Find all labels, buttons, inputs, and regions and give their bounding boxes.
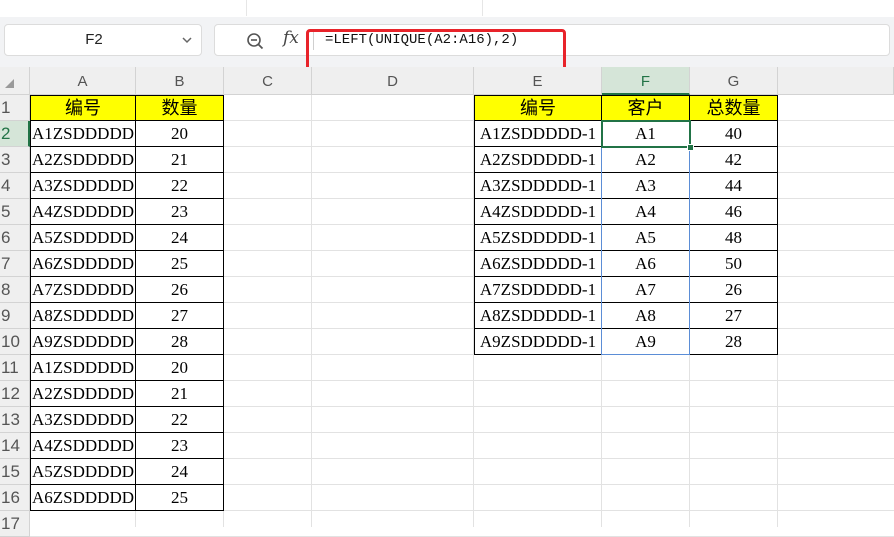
table2-cell[interactable]: A8ZSDDDDD-1 <box>474 303 602 329</box>
active-cell-outline[interactable] <box>601 120 691 148</box>
table2-cell[interactable]: A7ZSDDDDD-1 <box>474 277 602 303</box>
select-all-corner[interactable] <box>0 67 30 95</box>
table1-header-cell[interactable]: 编号 <box>30 95 136 121</box>
table1-cell[interactable]: 25 <box>136 485 224 511</box>
column-header-c[interactable]: C <box>224 67 312 95</box>
table1-cell[interactable]: 22 <box>136 407 224 433</box>
column-header-a[interactable]: A <box>30 67 136 95</box>
table2-cell[interactable]: 28 <box>690 329 778 355</box>
table1-cell[interactable]: 22 <box>136 173 224 199</box>
row-header-5[interactable]: 5 <box>0 199 30 225</box>
name-box[interactable]: F2 <box>4 24 202 56</box>
table1-header-cell[interactable]: 数量 <box>136 95 224 121</box>
row-header-11[interactable]: 11 <box>0 355 30 381</box>
column-header-g[interactable]: G <box>690 67 778 95</box>
spreadsheet-grid: A B C D E F G 1 2 3 4 5 6 7 8 9 10 11 12 13 14 15 16 17 编号 数量 A1ZS… <box>0 67 894 537</box>
table1-cell[interactable]: 20 <box>136 121 224 147</box>
table1-cell[interactable]: A3ZSDDDDD <box>30 173 136 199</box>
column-header-f[interactable]: F <box>602 67 690 95</box>
fill-handle[interactable] <box>687 144 694 151</box>
table1-cell[interactable]: A5ZSDDDDD <box>30 459 136 485</box>
chevron-down-icon[interactable] <box>181 34 193 46</box>
row-header-15[interactable]: 15 <box>0 459 30 485</box>
table1-cell[interactable]: A7ZSDDDDD <box>30 277 136 303</box>
row-header-10[interactable]: 10 <box>0 329 30 355</box>
row-header-16[interactable]: 16 <box>0 485 30 511</box>
table1-cell[interactable]: A5ZSDDDDD <box>30 225 136 251</box>
table2-cell[interactable]: A6ZSDDDDD-1 <box>474 251 602 277</box>
column-header-e[interactable]: E <box>474 67 602 95</box>
row-header-8[interactable]: 8 <box>0 277 30 303</box>
row-header-12[interactable]: 12 <box>0 381 30 407</box>
table2-cell[interactable]: 26 <box>690 277 778 303</box>
column-header-d[interactable]: D <box>312 67 474 95</box>
column-header-blank <box>778 67 894 95</box>
table1-cell[interactable]: 23 <box>136 199 224 225</box>
row-header-2[interactable]: 2 <box>0 121 30 147</box>
row-header-4[interactable]: 4 <box>0 173 30 199</box>
table1-cell[interactable]: A1ZSDDDDD <box>30 121 136 147</box>
column-header-b[interactable]: B <box>136 67 224 95</box>
table1-cell[interactable]: 24 <box>136 459 224 485</box>
toolbar-segment <box>246 0 483 16</box>
row-header-1[interactable]: 1 <box>0 95 30 121</box>
row-header-17[interactable]: 17 <box>0 511 30 537</box>
zoom-out-icon[interactable] <box>245 31 265 51</box>
table2-cell[interactable]: 50 <box>690 251 778 277</box>
table1-cell[interactable]: 28 <box>136 329 224 355</box>
table2-cell[interactable]: 40 <box>690 121 778 147</box>
table1-cell[interactable]: A2ZSDDDDD <box>30 147 136 173</box>
row-header-9[interactable]: 9 <box>0 303 30 329</box>
table1-cell[interactable]: 21 <box>136 381 224 407</box>
table2-cell[interactable]: 27 <box>690 303 778 329</box>
table1-cell[interactable]: 25 <box>136 251 224 277</box>
toolbar-segment <box>0 0 247 16</box>
gridline-vertical <box>311 95 312 527</box>
table1-cell[interactable]: 20 <box>136 355 224 381</box>
table2-cell[interactable]: A9ZSDDDDD-1 <box>474 329 602 355</box>
row-header-14[interactable]: 14 <box>0 433 30 459</box>
table2-cell[interactable]: 42 <box>690 147 778 173</box>
table2-header-cell[interactable]: 总数量 <box>690 95 778 121</box>
table1-cell[interactable]: A9ZSDDDDD <box>30 329 136 355</box>
table2-cell[interactable]: A5ZSDDDDD-1 <box>474 225 602 251</box>
table2-header-cell[interactable]: 客户 <box>602 95 690 121</box>
table1-cell[interactable]: 23 <box>136 433 224 459</box>
spill-range-outline <box>601 120 690 355</box>
table1-cell[interactable]: 24 <box>136 225 224 251</box>
formula-bar: F2 fx =LEFT(UNIQUE(A2:A16),2) <box>0 17 894 95</box>
table2-cell[interactable]: 46 <box>690 199 778 225</box>
row-header-7[interactable]: 7 <box>0 251 30 277</box>
table2-cell[interactable]: 48 <box>690 225 778 251</box>
select-all-triangle-icon <box>5 79 14 88</box>
table1-cell[interactable]: 21 <box>136 147 224 173</box>
table2-cell[interactable]: A4ZSDDDDD-1 <box>474 199 602 225</box>
table1-cell[interactable]: 26 <box>136 277 224 303</box>
row-header-3[interactable]: 3 <box>0 147 30 173</box>
table2-cell[interactable]: A3ZSDDDDD-1 <box>474 173 602 199</box>
table1-cell[interactable]: A4ZSDDDDD <box>30 433 136 459</box>
row-header-13[interactable]: 13 <box>0 407 30 433</box>
row-header-6[interactable]: 6 <box>0 225 30 251</box>
table2-cell[interactable]: A1ZSDDDDD-1 <box>474 121 602 147</box>
table1-cell[interactable]: A2ZSDDDDD <box>30 381 136 407</box>
name-box-value: F2 <box>85 31 103 48</box>
table1-cell[interactable]: A8ZSDDDDD <box>30 303 136 329</box>
fx-icon[interactable]: fx <box>283 28 299 48</box>
table2-cell[interactable]: 44 <box>690 173 778 199</box>
table1-cell[interactable]: A6ZSDDDDD <box>30 251 136 277</box>
table2-header-cell[interactable]: 编号 <box>474 95 602 121</box>
table1-cell[interactable]: A4ZSDDDDD <box>30 199 136 225</box>
table2-cell[interactable]: A2ZSDDDDD-1 <box>474 147 602 173</box>
toolbar-strip <box>0 0 894 18</box>
table1-cell[interactable]: A3ZSDDDDD <box>30 407 136 433</box>
table1-cell[interactable]: A1ZSDDDDD <box>30 355 136 381</box>
table1-cell[interactable]: A6ZSDDDDD <box>30 485 136 511</box>
table1-cell[interactable]: 27 <box>136 303 224 329</box>
